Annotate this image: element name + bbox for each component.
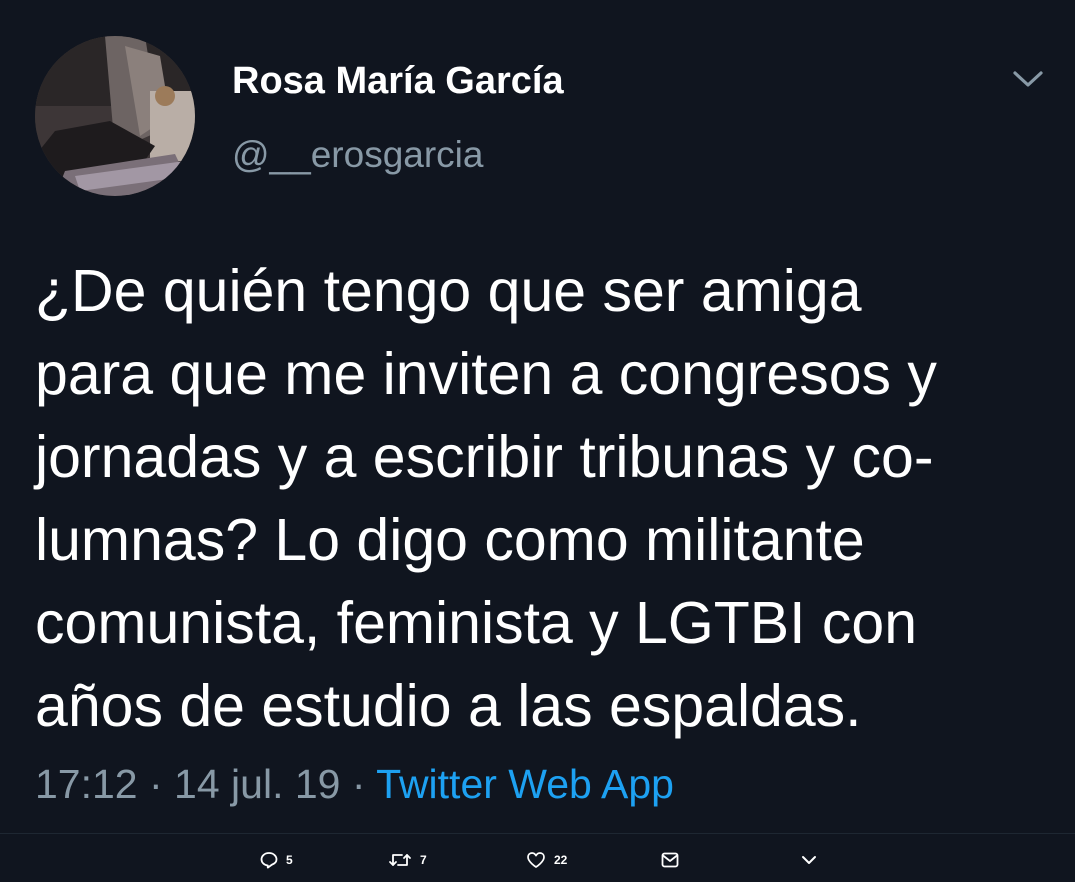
author-name[interactable]: Rosa María García [232, 60, 564, 103]
tweet-date[interactable]: 14 jul. 19 [174, 761, 340, 807]
retweet-count: 7 [420, 853, 427, 867]
chevron-down-icon [1013, 71, 1043, 87]
heart-icon [527, 852, 545, 868]
avatar[interactable] [35, 36, 195, 196]
action-bar: 5 7 22 [0, 845, 1075, 875]
tweet-text-line: comunista, feminista y LGTBI con [35, 590, 918, 656]
tweet-text-line: lumnas? Lo digo como militante [35, 507, 865, 573]
retweet-button[interactable]: 7 [388, 845, 427, 875]
reply-count: 5 [286, 853, 293, 867]
like-button[interactable]: 22 [526, 845, 567, 875]
reply-icon [260, 852, 278, 869]
tweet-metadata: 17:12 · 14 jul. 19 · Twitter Web App [35, 761, 674, 808]
tweet-source-link[interactable]: Twitter Web App [376, 761, 674, 807]
tweet-text-line: ¿De quién tengo que ser amiga [35, 258, 862, 324]
divider [0, 833, 1075, 834]
tweet-menu-button[interactable] [1008, 62, 1048, 96]
reply-button[interactable]: 5 [260, 845, 293, 875]
avatar-image [35, 36, 195, 196]
tweet-text-line: para que me inviten a congresos y [35, 341, 937, 407]
like-count: 22 [554, 853, 568, 867]
meta-separator: · [340, 761, 377, 807]
tweet-time[interactable]: 17:12 [35, 761, 138, 807]
author-handle[interactable]: @__erosgarcia [232, 134, 483, 176]
tweet-text-line: jornadas y a escribir tribunas y co- [35, 424, 934, 490]
direct-message-button[interactable] [660, 845, 680, 875]
tweet-text: ¿De quién tengo que ser amiga para que m… [35, 250, 1055, 748]
tweet-text-line: años de estudio a las espaldas. [35, 673, 862, 739]
chevron-down-icon [802, 856, 816, 864]
envelope-icon [661, 852, 679, 868]
retweet-icon [389, 854, 411, 866]
meta-separator: · [137, 761, 175, 807]
more-options-button[interactable] [800, 845, 818, 875]
